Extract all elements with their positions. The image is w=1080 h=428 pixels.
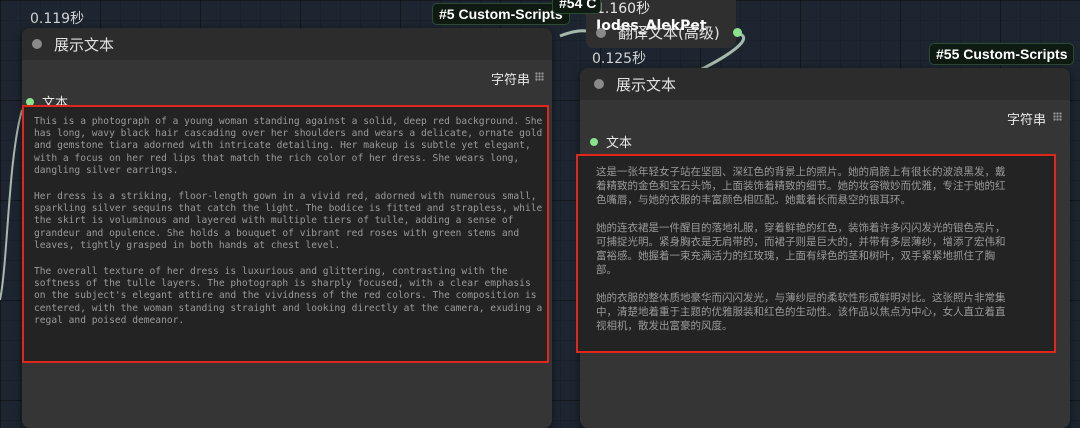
collapse-dot-icon-right[interactable] <box>594 79 604 89</box>
exec-time-left: 0.119秒 <box>30 11 85 27</box>
text-content-left: This is a photograph of a young woman st… <box>24 107 547 327</box>
output-socket-icon[interactable] <box>733 28 742 37</box>
input-label-right: 文本 <box>590 132 632 151</box>
node-title-middle: 翻译文本(高级) <box>618 24 720 42</box>
node-badge-right: #55 Custom-Scripts <box>929 43 1075 65</box>
paragraph-zh-1: 这是一张年轻女子站在坚固、深红色的背景上的照片。她的肩膀上有很长的波浪黑发，戴 … <box>596 166 1006 206</box>
wire-left <box>0 109 23 301</box>
collapse-dot-icon-middle[interactable] <box>596 28 606 38</box>
output-grip-icon[interactable] <box>535 72 544 81</box>
node-badge-left: #5 Custom-Scripts <box>432 3 570 25</box>
collapse-dot-icon[interactable] <box>32 39 42 49</box>
paragraph-zh-2: 她的连衣裙是一件醒目的落地礼服，穿着鲜艳的红色，装饰着许多闪闪发光的银色亮片， … <box>596 222 1006 276</box>
output-label-left: 字符串 <box>490 73 530 88</box>
exec-time-right: 0.125秒 <box>592 51 647 67</box>
paragraph-1: This is a photograph of a young woman st… <box>34 116 543 176</box>
output-grip-icon-right[interactable] <box>1053 112 1062 121</box>
translate-node[interactable]: 1.160秒Iodes_AlekPet 翻译文本(高级) <box>586 0 742 48</box>
node-header-left[interactable]: 展示文本 <box>22 28 552 60</box>
node-badge-middle: #54 C <box>552 0 602 14</box>
text-display-right[interactable]: 这是一张年轻女子站在坚固、深红色的背景上的照片。她的肩膀上有很长的波浪黑发，戴 … <box>576 154 1056 353</box>
paragraph-2: Her dress is a striking, floor-length go… <box>34 191 543 251</box>
output-label-right: 字符串 <box>1006 113 1046 128</box>
text-display-left[interactable]: This is a photograph of a young woman st… <box>22 105 549 363</box>
node-title-left: 展示文本 <box>54 35 115 54</box>
text-content-right: 这是一张年轻女子站在坚固、深红色的背景上的照片。她的肩膀上有很长的波浪黑发，戴 … <box>578 156 1054 333</box>
node-title-right: 展示文本 <box>616 75 677 94</box>
node-header-right[interactable]: 展示文本 <box>580 68 1070 100</box>
input-socket-icon-right[interactable] <box>590 137 598 146</box>
paragraph-3: The overall texture of her dress is luxu… <box>34 266 543 326</box>
input-text-right: 文本 <box>606 136 633 151</box>
paragraph-zh-3: 她的衣服的整体质地豪华而闪闪发光，与薄纱层的柔软性形成鲜明对比。这张照片非常集 … <box>596 292 1006 332</box>
wire-top <box>559 29 587 38</box>
